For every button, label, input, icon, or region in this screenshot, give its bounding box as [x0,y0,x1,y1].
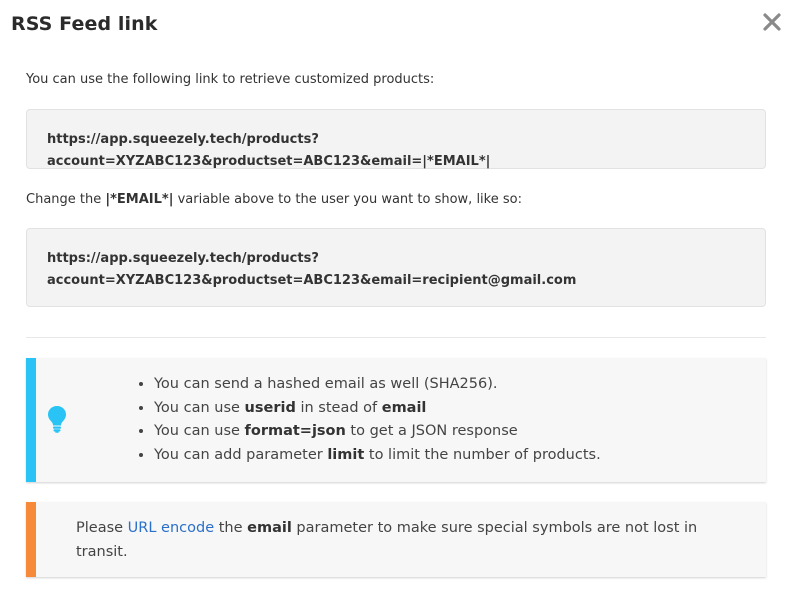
lightbulb-icon [46,404,68,434]
tips-list: You can send a hashed email as well (SHA… [132,373,601,467]
warning-text: Please URL encode the email parameter to… [76,516,746,564]
tip-text: You can send a hashed email as well (SHA… [154,376,498,392]
rss-feed-modal: RSS Feed link You can use the following … [0,0,787,602]
example-link-line2[interactable]: account=XYZABC123&productset=ABC123&emai… [47,270,745,292]
change-note-suffix: variable above to the user you want to s… [173,192,522,207]
tip-keyword: format=json [244,423,346,439]
tip-text: You can use [154,423,245,439]
divider [26,337,766,338]
warning-text-mid: the [214,520,248,536]
modal-title: RSS Feed link [11,13,158,35]
tip-item: You can send a hashed email as well (SHA… [154,373,601,397]
example-link-line1[interactable]: https://app.squeezely.tech/products? [47,248,745,270]
tip-text: You can add parameter [154,446,328,463]
tip-item: You can add parameter limit to limit the… [154,444,601,468]
url-encode-link[interactable]: URL encode [128,520,214,536]
tip-item: You can use userid in stead of email [154,397,601,421]
close-icon[interactable] [760,10,786,36]
tip-keyword: userid [244,399,296,416]
tip-text: to limit the number of products. [364,446,601,463]
change-note: Change the |*EMAIL*| variable above to t… [26,192,522,207]
email-variable: |*EMAIL*| [105,192,174,207]
tip-text: in stead of [295,399,382,416]
example-link-box[interactable]: https://app.squeezely.tech/products? acc… [26,228,766,307]
tip-text: to get a JSON response [345,423,518,439]
feed-link-url[interactable]: https://app.squeezely.tech/products?acco… [47,132,490,169]
feed-link-box[interactable]: https://app.squeezely.tech/products?acco… [26,109,766,169]
warning-text-pre: Please [76,520,128,536]
tip-text: You can use [154,399,245,416]
warning-keyword: email [247,520,292,536]
intro-text: You can use the following link to retrie… [26,72,435,87]
tip-item: You can use format=json to get a JSON re… [154,420,601,444]
tip-keyword: limit [327,446,365,463]
change-note-prefix: Change the [26,192,106,207]
tip-keyword: email [381,399,427,416]
